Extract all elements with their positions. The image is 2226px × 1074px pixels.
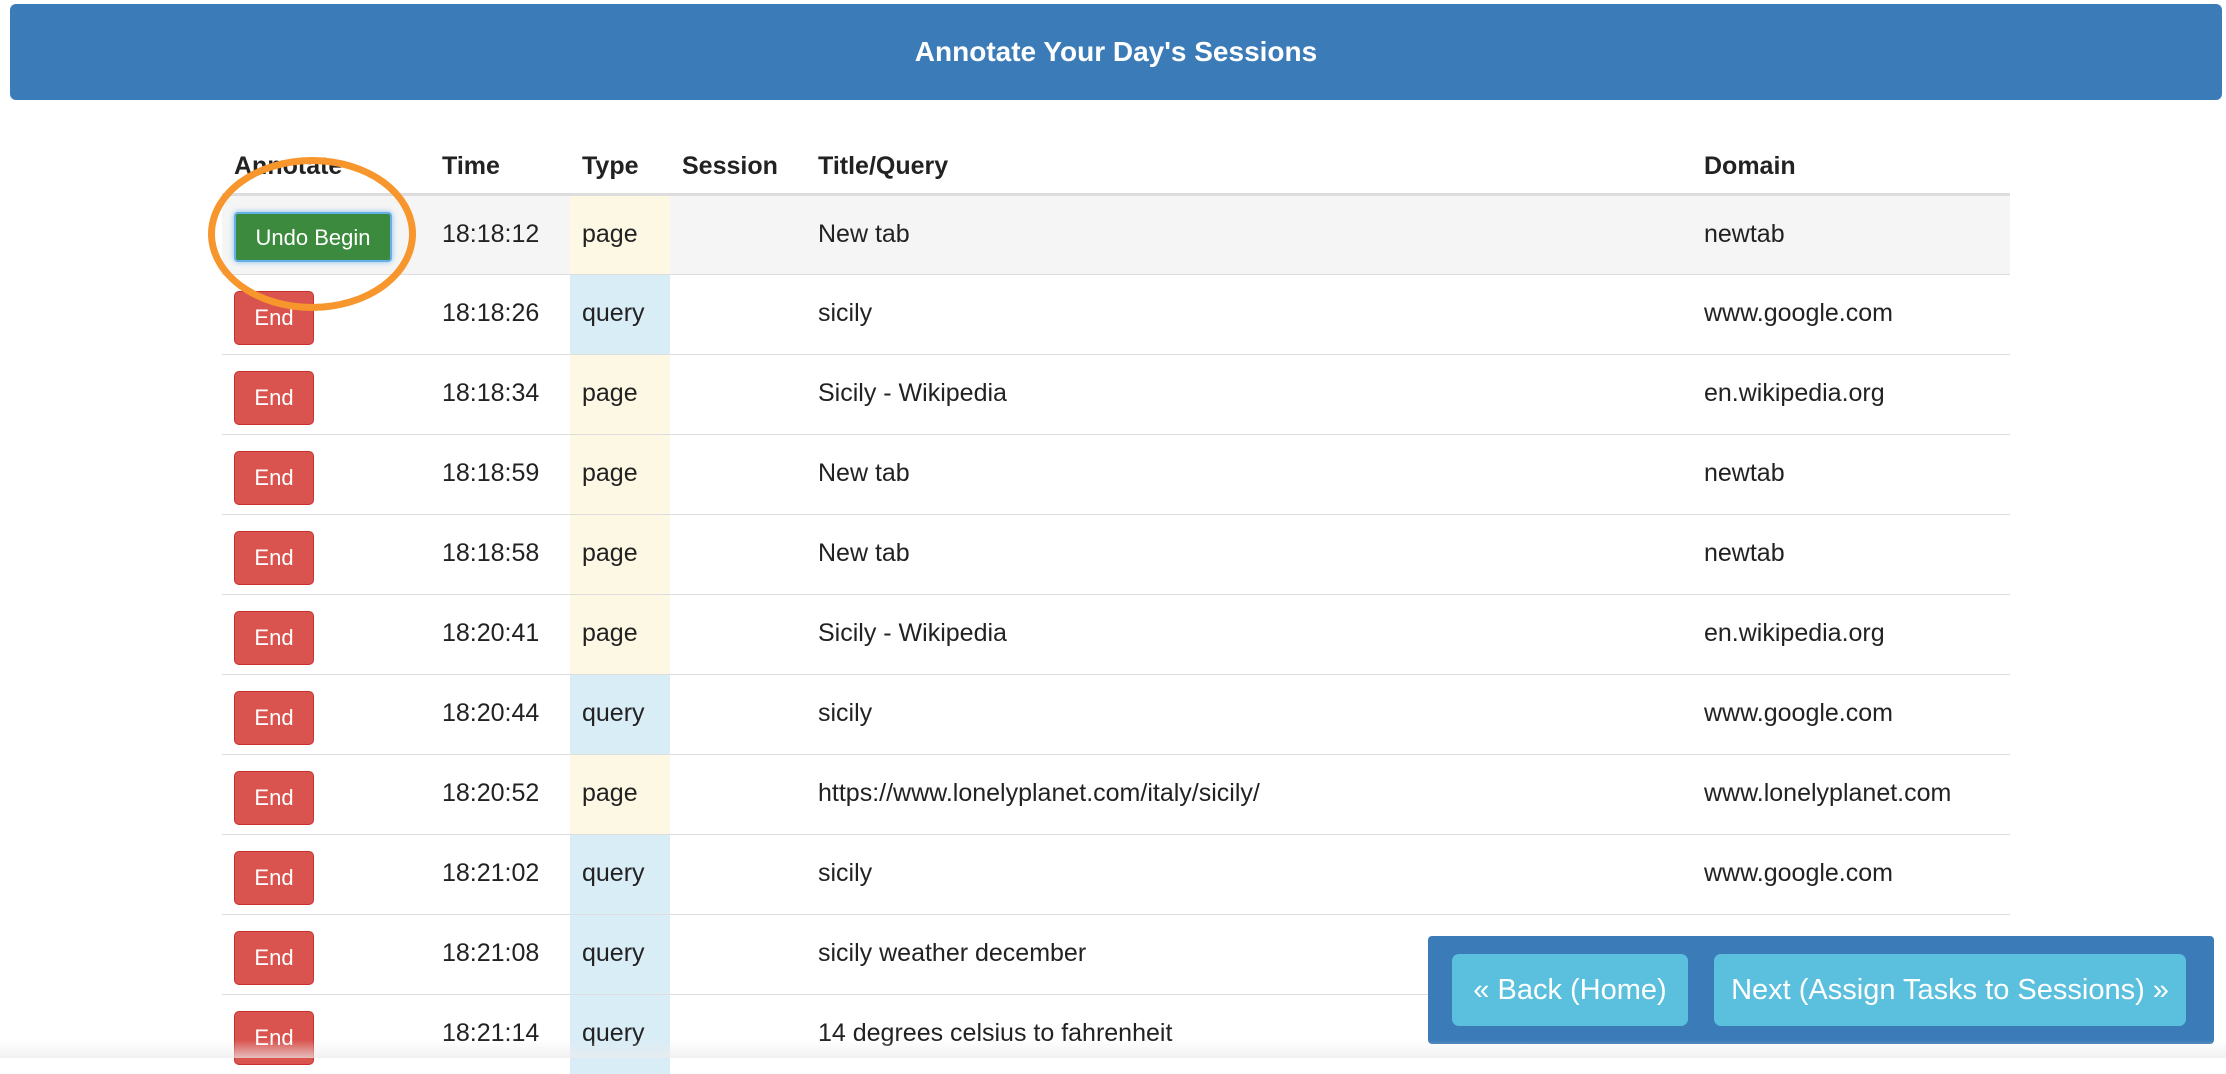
domain-cell: www.google.com <box>1692 273 2010 354</box>
annotate-cell: End <box>222 353 430 434</box>
session-cell <box>670 593 806 674</box>
page-title: Annotate Your Day's Sessions <box>914 36 1318 67</box>
annotate-cell: End <box>222 833 430 914</box>
table-row: End 18:18:58 page New tab newtab <box>222 513 2010 594</box>
domain-cell: newtab <box>1692 513 2010 594</box>
session-cell <box>670 193 806 274</box>
type-cell: page <box>570 193 670 274</box>
domain-cell: newtab <box>1692 193 2010 274</box>
domain-cell: en.wikipedia.org <box>1692 353 2010 434</box>
table-row: End 18:18:34 page Sicily - Wikipedia en.wiki… <box>222 353 2010 434</box>
end-session-button[interactable]: End <box>234 690 314 745</box>
session-cell <box>670 753 806 834</box>
type-cell: query <box>570 673 670 754</box>
session-cell <box>670 433 806 514</box>
type-cell: page <box>570 513 670 594</box>
annotate-cell: End <box>222 993 430 1074</box>
time-cell: 18:18:34 <box>430 353 570 434</box>
annotate-cell: End <box>222 673 430 754</box>
time-cell: 18:18:12 <box>430 193 570 274</box>
session-cell <box>670 993 806 1074</box>
end-session-button[interactable]: End <box>234 290 314 345</box>
time-cell: 18:18:26 <box>430 273 570 354</box>
end-session-button[interactable]: End <box>234 530 314 585</box>
end-session-button[interactable]: End <box>234 770 314 825</box>
domain-cell: www.lonelyplanet.com <box>1692 753 2010 834</box>
session-cell <box>670 273 806 354</box>
table-row: End 18:20:41 page Sicily - Wikipedia en.wiki… <box>222 593 2010 674</box>
table-row: End 18:18:26 query sicily www.google.com <box>222 273 2010 354</box>
domain-cell: www.google.com <box>1692 673 2010 754</box>
domain-cell: en.wikipedia.org <box>1692 593 2010 674</box>
title-query-cell: sicily <box>806 833 1692 914</box>
end-session-button[interactable]: End <box>234 1010 314 1065</box>
title-query-cell: sicily <box>806 273 1692 354</box>
navigation-panel: « Back (Home) Next (Assign Tasks to Sess… <box>1428 936 2214 1044</box>
table-header-row: Annotate Time Type Session Title/Query D… <box>222 136 2010 196</box>
undo-begin-button[interactable]: Undo Begin <box>234 211 392 262</box>
time-cell: 18:21:14 <box>430 993 570 1074</box>
type-cell: query <box>570 833 670 914</box>
time-cell: 18:20:44 <box>430 673 570 754</box>
end-session-button[interactable]: End <box>234 930 314 985</box>
domain-cell: newtab <box>1692 433 2010 514</box>
end-session-button[interactable]: End <box>234 610 314 665</box>
session-cell <box>670 353 806 434</box>
table-row: End 18:20:44 query sicily www.google.com <box>222 673 2010 754</box>
page-header: Annotate Your Day's Sessions <box>10 4 2222 100</box>
end-session-button[interactable]: End <box>234 450 314 505</box>
table-row: End 18:20:52 page https://www.lonelyplanet.… <box>222 753 2010 834</box>
annotate-cell: End <box>222 753 430 834</box>
table-row: End 18:21:02 query sicily www.google.com <box>222 833 2010 914</box>
type-cell: page <box>570 353 670 434</box>
type-cell: page <box>570 433 670 514</box>
title-query-cell: Sicily - Wikipedia <box>806 353 1692 434</box>
time-cell: 18:21:02 <box>430 833 570 914</box>
annotate-cell: End <box>222 593 430 674</box>
column-header-session: Session <box>670 136 806 196</box>
sessions-table-container: Annotate Time Type Session Title/Query D… <box>222 136 2010 1074</box>
column-header-domain: Domain <box>1692 136 2010 196</box>
type-cell: query <box>570 993 670 1074</box>
title-query-cell: New tab <box>806 193 1692 274</box>
type-cell: page <box>570 753 670 834</box>
type-cell: query <box>570 273 670 354</box>
annotate-cell: End <box>222 433 430 514</box>
column-header-time: Time <box>430 136 570 196</box>
type-cell: query <box>570 913 670 994</box>
end-session-button[interactable]: End <box>234 850 314 905</box>
title-query-cell: New tab <box>806 433 1692 514</box>
time-cell: 18:20:52 <box>430 753 570 834</box>
title-query-cell: Sicily - Wikipedia <box>806 593 1692 674</box>
column-header-title-query: Title/Query <box>806 136 1692 196</box>
annotate-cell: Undo Begin <box>222 193 430 274</box>
time-cell: 18:21:08 <box>430 913 570 994</box>
annotate-cell: End <box>222 913 430 994</box>
sessions-table: Annotate Time Type Session Title/Query D… <box>222 136 2010 1074</box>
title-query-cell: New tab <box>806 513 1692 594</box>
session-cell <box>670 913 806 994</box>
session-cell <box>670 673 806 754</box>
title-query-cell: https://www.lonelyplanet.com/italy/sicil… <box>806 753 1692 834</box>
table-row: End 18:18:59 page New tab newtab <box>222 433 2010 514</box>
time-cell: 18:20:41 <box>430 593 570 674</box>
column-header-type: Type <box>570 136 670 196</box>
annotate-cell: End <box>222 513 430 594</box>
session-cell <box>670 833 806 914</box>
annotate-cell: End <box>222 273 430 354</box>
time-cell: 18:18:59 <box>430 433 570 514</box>
title-query-cell: sicily <box>806 673 1692 754</box>
end-session-button[interactable]: End <box>234 370 314 425</box>
session-cell <box>670 513 806 594</box>
time-cell: 18:18:58 <box>430 513 570 594</box>
back-home-button[interactable]: « Back (Home) <box>1452 954 1688 1026</box>
domain-cell: www.google.com <box>1692 833 2010 914</box>
type-cell: page <box>570 593 670 674</box>
next-assign-tasks-button[interactable]: Next (Assign Tasks to Sessions) » <box>1714 954 2186 1026</box>
table-row: Undo Begin 18:18:12 page New tab newtab <box>222 193 2010 274</box>
column-header-annotate: Annotate <box>222 136 430 196</box>
